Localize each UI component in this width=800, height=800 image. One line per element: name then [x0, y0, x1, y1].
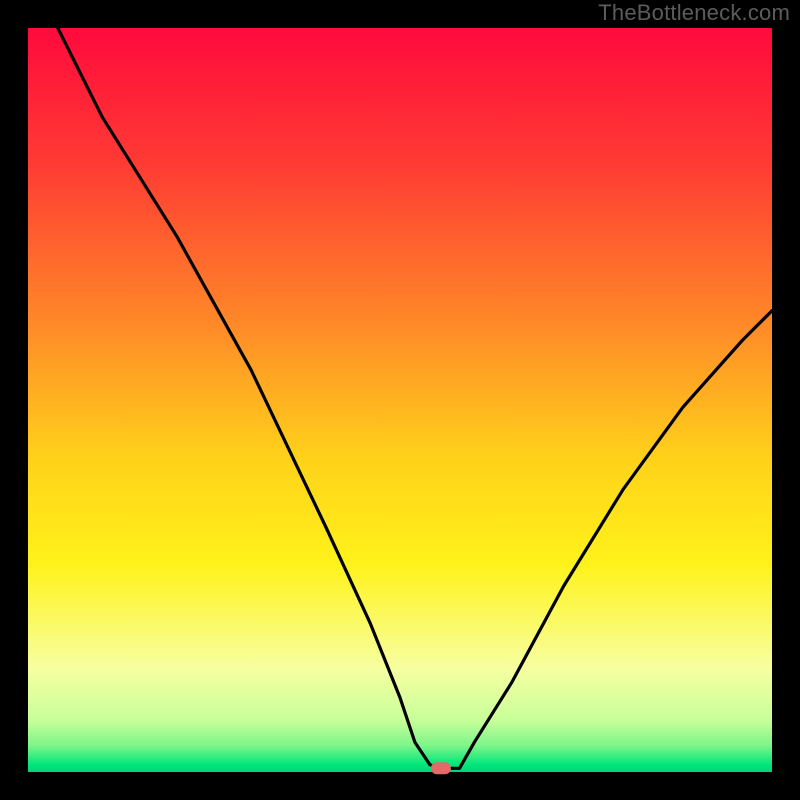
watermark-text: TheBottleneck.com	[598, 0, 790, 26]
optimal-marker	[431, 762, 451, 774]
chart-svg	[0, 0, 800, 800]
chart-frame: TheBottleneck.com	[0, 0, 800, 800]
plot-background	[28, 28, 772, 772]
